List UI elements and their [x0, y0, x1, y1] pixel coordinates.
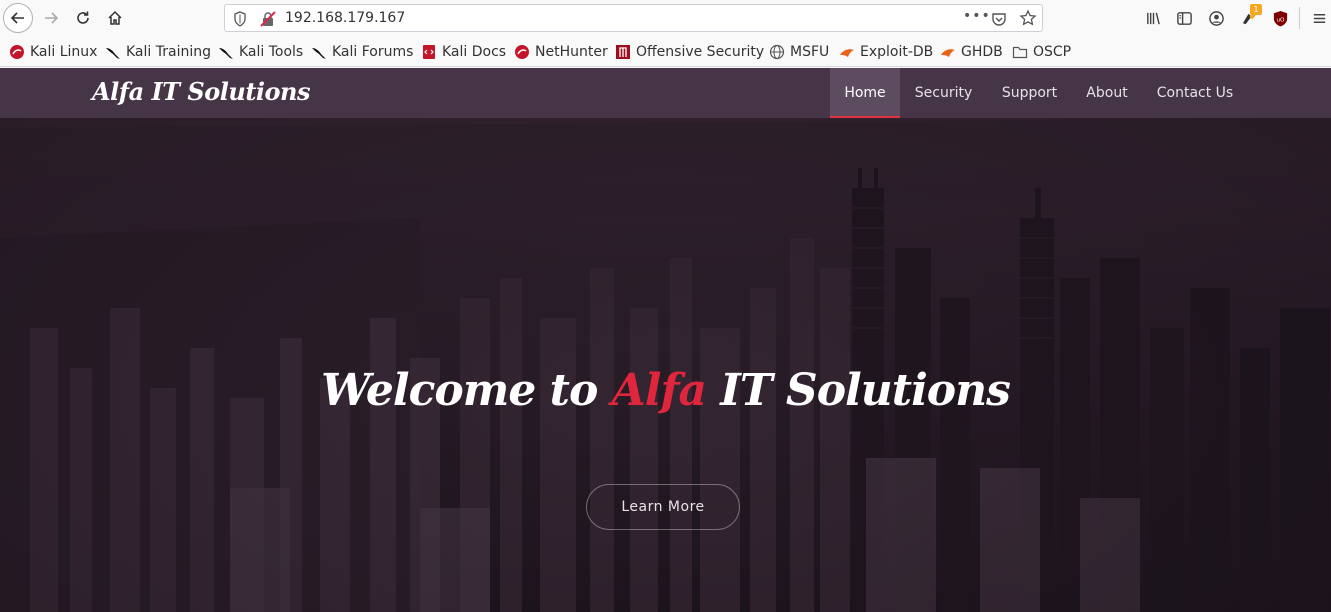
nav-about[interactable]: About [1072, 68, 1142, 118]
bookmark-offensive-security[interactable]: Offensive Security [615, 43, 764, 61]
library-icon[interactable] [1144, 9, 1162, 27]
bookmark-kali-linux[interactable]: Kali Linux [9, 43, 97, 61]
bookmark-msfu[interactable]: MSFU [769, 43, 829, 61]
svg-text:uO: uO [1276, 17, 1285, 23]
bookmark-oscp[interactable]: OSCP [1012, 43, 1071, 61]
bookmark-label: NetHunter [535, 44, 608, 60]
bookmark-label: GHDB [961, 44, 1003, 60]
kali-icon [515, 45, 529, 59]
headline-accent: Alfa [611, 365, 707, 416]
nav-security[interactable]: Security [900, 68, 987, 118]
web-page: Alfa IT Solutions Home Security Support … [0, 68, 1331, 612]
folder-icon [1012, 46, 1028, 59]
url-bar[interactable]: 192.168.179.167 ••• [224, 4, 1043, 32]
hero-overlay [0, 68, 1331, 612]
bookmark-kali-forums[interactable]: Kali Forums [311, 43, 413, 61]
bookmark-star-icon[interactable] [1019, 9, 1037, 27]
bookmark-kali-tools[interactable]: Kali Tools [218, 43, 303, 61]
insecure-lock-icon[interactable] [260, 11, 276, 27]
kali-dragon-icon [312, 48, 326, 59]
notification-badge: 1 [1250, 4, 1262, 15]
bookmark-label: Exploit-DB [860, 44, 934, 60]
bookmark-ghdb[interactable]: GHDB [940, 43, 1003, 61]
account-icon[interactable] [1207, 9, 1225, 27]
bookmark-exploit-db[interactable]: Exploit-DB [839, 43, 933, 61]
site-brand-logo[interactable]: Alfa IT Solutions [92, 77, 311, 106]
kali-icon [10, 45, 24, 59]
forward-icon [45, 12, 59, 24]
hero-headline: Welcome to Alfa IT Solutions [0, 365, 1331, 416]
kali-dragon-icon [219, 48, 233, 59]
menu-icon[interactable] [1310, 9, 1328, 27]
globe-icon [769, 44, 785, 60]
bookmark-nethunter[interactable]: NetHunter [514, 43, 608, 61]
site-navbar: Alfa IT Solutions Home Security Support … [0, 68, 1331, 118]
toolbar-separator [1299, 7, 1300, 29]
nav-support[interactable]: Support [987, 68, 1072, 118]
bookmark-label: MSFU [790, 44, 830, 60]
back-icon [10, 12, 24, 24]
bookmark-label: OSCP [1033, 44, 1072, 60]
url-text[interactable]: 192.168.179.167 [285, 10, 405, 26]
headline-suffix: IT Solutions [705, 365, 1011, 416]
reload-button[interactable] [68, 3, 98, 33]
bookmark-label: Kali Docs [442, 44, 507, 60]
bookmark-label: Offensive Security [636, 44, 765, 60]
reload-icon [77, 11, 89, 24]
exploitdb-icon [840, 49, 854, 57]
shield-icon[interactable] [233, 11, 247, 27]
bookmarks-bar: Kali Linux Kali Training Kali Tools Kali… [0, 37, 1331, 67]
exploitdb-icon [941, 49, 955, 57]
learn-more-button[interactable]: Learn More [586, 484, 740, 530]
nav-home[interactable]: Home [830, 68, 900, 118]
kali-dragon-icon [106, 48, 120, 59]
home-icon [108, 10, 122, 25]
home-button[interactable] [100, 3, 130, 33]
bookmark-label: Kali Tools [239, 44, 304, 60]
bookmark-label: Kali Linux [30, 44, 98, 60]
headline-prefix: Welcome to [321, 365, 612, 416]
browser-toolbar: 192.168.179.167 ••• 1 uO [0, 0, 1331, 37]
bookmark-kali-docs[interactable]: Kali Docs [421, 43, 506, 61]
bookmark-label: Kali Forums [332, 44, 414, 60]
back-button[interactable] [3, 3, 33, 33]
bookmark-kali-training[interactable]: Kali Training [105, 43, 211, 61]
bookmark-label: Kali Training [126, 44, 211, 60]
nav-contact-us[interactable]: Contact Us [1142, 68, 1248, 118]
offsec-icon [616, 45, 630, 59]
sidebar-icon[interactable] [1175, 9, 1193, 27]
ublock-icon[interactable]: uO [1271, 9, 1289, 27]
forward-button[interactable] [36, 3, 66, 33]
docs-icon [423, 45, 435, 59]
hero-section [0, 68, 1331, 612]
page-actions-icon[interactable]: ••• [963, 8, 991, 24]
pocket-icon[interactable] [991, 11, 1007, 27]
